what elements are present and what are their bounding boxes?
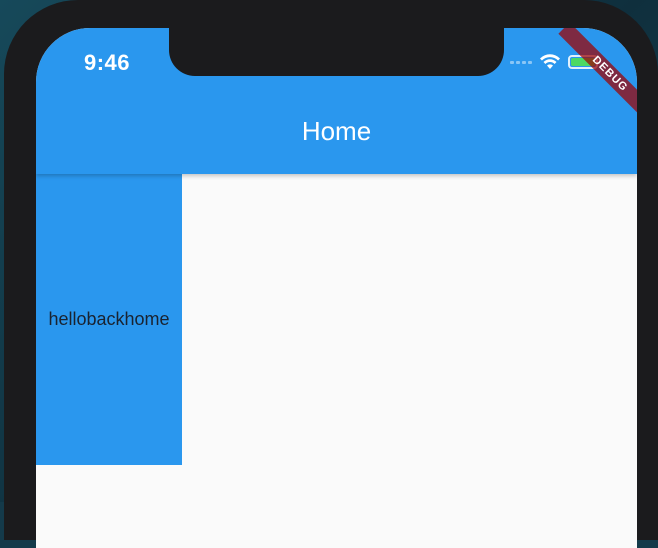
iphone-simulator-frame: 9:46 Home DEBUG hellobackhome [4,0,658,548]
page-body: hellobackhome [36,174,637,548]
container-text: hellobackhome [48,309,170,329]
wifi-icon [539,54,561,70]
device-notch [169,28,504,76]
app-bar-title: Home [301,116,372,146]
cellular-signal-icon [510,55,532,69]
phone-screen: 9:46 Home DEBUG hellobackhome [36,28,637,548]
blue-container: hellobackhome [36,174,182,465]
status-bar-time: 9:46 [84,50,131,75]
